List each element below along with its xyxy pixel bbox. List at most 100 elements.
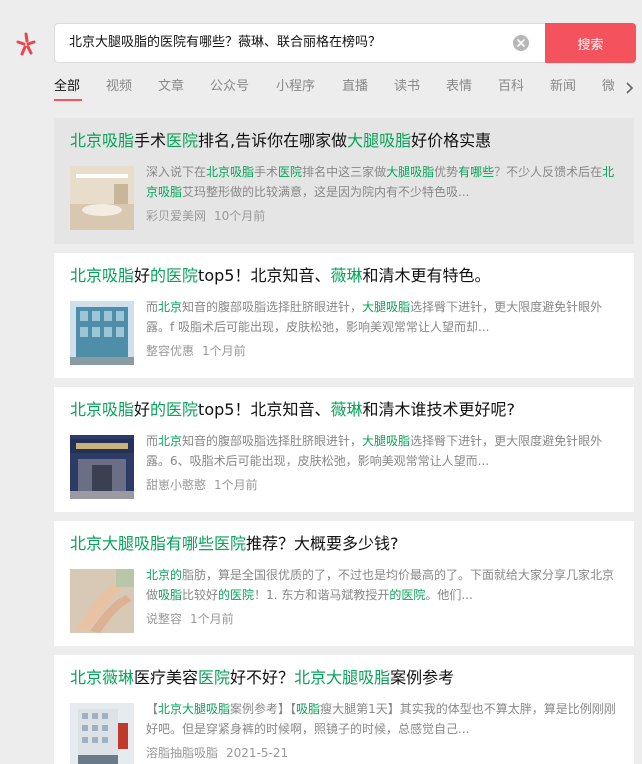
highlight-term: 吸脂 xyxy=(158,588,183,602)
text-segment: 排名,告诉你在哪家做 xyxy=(198,131,348,150)
tab-9[interactable]: 新闻 xyxy=(550,78,576,96)
result-snippet: 而北京知音的腹部吸脂选择肚脐眼进针，大腿吸脂选择臀下进针，更大限度避免针眼外露。… xyxy=(146,297,616,337)
text-segment: ！1. 东方和谐马斌教授开 xyxy=(254,588,390,602)
text-segment: 好价格实惠 xyxy=(411,131,492,150)
text-segment: 深入说下在 xyxy=(146,165,207,179)
highlight-term: 大腿吸脂 xyxy=(347,131,412,150)
highlight-term: 的医院 xyxy=(389,588,426,602)
text-segment: top5！北京知音、 xyxy=(198,400,331,419)
search-header: 搜索 全部 视频 文章 公众号 小程序 直播 读书 表情 百科 新闻 微信 xyxy=(0,0,642,110)
result-card[interactable]: 北京吸脂好的医院top5！北京知音、薇琳和清木谁技术更好呢? 而北京知音的腹部吸脂… xyxy=(54,387,634,512)
result-meta: 甜崽小憨憨 1个月前 xyxy=(146,475,258,495)
result-thumbnail[interactable] xyxy=(70,435,134,499)
result-title[interactable]: 北京薇琳医疗美容医院好不好？北京大腿吸脂案例参考 xyxy=(70,665,620,691)
text-segment: 而 xyxy=(146,300,159,314)
result-time: 1个月前 xyxy=(190,612,234,626)
clear-icon[interactable] xyxy=(513,35,529,51)
search-button[interactable]: 搜索 xyxy=(545,23,636,63)
result-title[interactable]: 北京吸脂好的医院top5！北京知音、薇琳和清木更有特色。 xyxy=(70,263,620,289)
highlight-term: 医院 xyxy=(198,668,231,687)
result-meta: 彩贝爱美网 10个月前 xyxy=(146,206,265,226)
result-thumbnail[interactable] xyxy=(70,166,134,230)
highlight-term: 有哪些 xyxy=(458,165,495,179)
highlight-term: 的医院 xyxy=(150,266,199,285)
result-source[interactable]: 溶脂抽脂吸脂 xyxy=(146,746,218,760)
result-card[interactable]: 北京吸脂手术医院排名,告诉你在哪家做大腿吸脂好价格实惠 深入说下在北京吸脂手术医院… xyxy=(54,118,634,244)
tab-7[interactable]: 表情 xyxy=(446,78,472,96)
text-segment: 优势 xyxy=(434,165,459,179)
result-source[interactable]: 甜崽小憨憨 xyxy=(146,478,206,492)
text-segment: 【 xyxy=(146,702,159,716)
text-segment: ？不少人反馈术后在 xyxy=(494,165,603,179)
highlight-term: 北京吸脂 xyxy=(206,165,255,179)
result-card[interactable]: 北京大腿吸脂有哪些医院推荐？大概要多少钱? 北京的脂肪，算是全国很优质的了，不过也… xyxy=(54,521,634,646)
search-box: 搜索 xyxy=(54,23,636,63)
highlight-term: 大腿吸脂 xyxy=(362,300,411,314)
result-thumbnail[interactable] xyxy=(70,569,134,633)
result-meta: 说整容 1个月前 xyxy=(146,609,234,629)
highlight-term: 医院 xyxy=(166,131,199,150)
highlight-term: 北京 xyxy=(158,300,183,314)
text-segment: 和清木谁技术更好呢? xyxy=(362,400,515,419)
highlight-term: 北京吸脂 xyxy=(70,400,135,419)
highlight-term: 北京的 xyxy=(146,568,183,582)
result-thumbnail[interactable] xyxy=(70,703,134,764)
text-segment: 案例参考】【 xyxy=(230,702,297,716)
text-segment: top5！北京知音、 xyxy=(198,266,331,285)
tab-2[interactable]: 文章 xyxy=(158,78,184,96)
chevron-right-icon[interactable] xyxy=(620,76,640,100)
result-snippet: 北京的脂肪，算是全国很优质的了，不过也是均价最高的了。下面就给大家分享几家北京做… xyxy=(146,565,616,605)
text-segment: 案例参考 xyxy=(390,668,455,687)
highlight-term: 北京 xyxy=(158,434,183,448)
highlight-term: 北京大腿吸脂 xyxy=(158,702,231,716)
tab-4[interactable]: 小程序 xyxy=(276,78,315,96)
result-time: 2021-5-21 xyxy=(226,746,289,760)
text-segment: 排名中这三家做 xyxy=(302,165,387,179)
highlight-term: 医院 xyxy=(278,165,303,179)
result-title[interactable]: 北京吸脂好的医院top5！北京知音、薇琳和清木谁技术更好呢? xyxy=(70,397,620,423)
tab-6[interactable]: 读书 xyxy=(394,78,420,96)
result-snippet: 【北京大腿吸脂案例参考】【吸脂瘦大腿第1天】其实我的体型也不算太胖，算是比例刚刚… xyxy=(146,699,616,739)
highlight-term: 北京吸脂 xyxy=(70,131,135,150)
highlight-term: 北京薇琳 xyxy=(70,668,135,687)
search-input[interactable] xyxy=(69,24,499,62)
text-segment: 比较好 xyxy=(182,588,219,602)
highlight-term: 薇琳 xyxy=(330,400,363,419)
highlight-term: 吸脂 xyxy=(296,702,321,716)
result-source[interactable]: 说整容 xyxy=(146,612,182,626)
tab-0[interactable]: 全部 xyxy=(54,78,80,96)
result-meta: 溶脂抽脂吸脂 2021-5-21 xyxy=(146,743,288,763)
tab-8[interactable]: 百科 xyxy=(498,78,524,96)
result-snippet: 而北京知音的腹部吸脂选择肚脐眼进针，大腿吸脂选择臀下进针，更大限度避免针眼外露。… xyxy=(146,431,616,471)
result-time: 1个月前 xyxy=(214,478,258,492)
text-segment: 好不好？ xyxy=(230,668,295,687)
text-segment: 手术 xyxy=(134,131,167,150)
tab-10[interactable]: 微信 xyxy=(602,78,614,96)
highlight-term: 的医院 xyxy=(150,400,199,419)
highlight-term: 薇琳 xyxy=(330,266,363,285)
result-thumbnail[interactable] xyxy=(70,301,134,365)
tab-5[interactable]: 直播 xyxy=(342,78,368,96)
text-segment: 推荐？大概要多少钱? xyxy=(246,534,399,553)
result-meta: 整容优惠 1个月前 xyxy=(146,341,246,361)
result-source[interactable]: 整容优惠 xyxy=(146,344,194,358)
result-time: 10个月前 xyxy=(214,209,266,223)
result-title[interactable]: 北京大腿吸脂有哪些医院推荐？大概要多少钱? xyxy=(70,531,620,557)
asterisk-logo-icon[interactable] xyxy=(12,30,40,58)
result-time: 1个月前 xyxy=(202,344,246,358)
text-segment: 知音的腹部吸脂选择肚脐眼进针， xyxy=(182,300,363,314)
result-card[interactable]: 北京薇琳医疗美容医院好不好？北京大腿吸脂案例参考 【北京大腿吸脂案例参考】【吸脂瘦… xyxy=(54,655,634,764)
highlight-term: 大腿吸脂 xyxy=(386,165,435,179)
text-segment: 医疗美容 xyxy=(134,668,199,687)
tab-1[interactable]: 视频 xyxy=(106,78,132,96)
text-segment: 好 xyxy=(134,400,151,419)
result-source[interactable]: 彩贝爱美网 xyxy=(146,209,206,223)
result-card[interactable]: 北京吸脂好的医院top5！北京知音、薇琳和清木更有特色。而北京知音的腹部吸脂选择… xyxy=(54,253,634,378)
highlight-term: 北京吸脂 xyxy=(70,266,135,285)
text-segment: 而 xyxy=(146,434,159,448)
highlight-term: 北京大腿吸脂有哪些医院 xyxy=(70,534,247,553)
highlight-term: 大腿吸脂 xyxy=(362,434,411,448)
tab-3[interactable]: 公众号 xyxy=(210,78,249,96)
result-snippet: 深入说下在北京吸脂手术医院排名中这三家做大腿吸脂优势有哪些？不少人反馈术后在北京… xyxy=(146,162,616,202)
result-title[interactable]: 北京吸脂手术医院排名,告诉你在哪家做大腿吸脂好价格实惠 xyxy=(70,128,620,154)
